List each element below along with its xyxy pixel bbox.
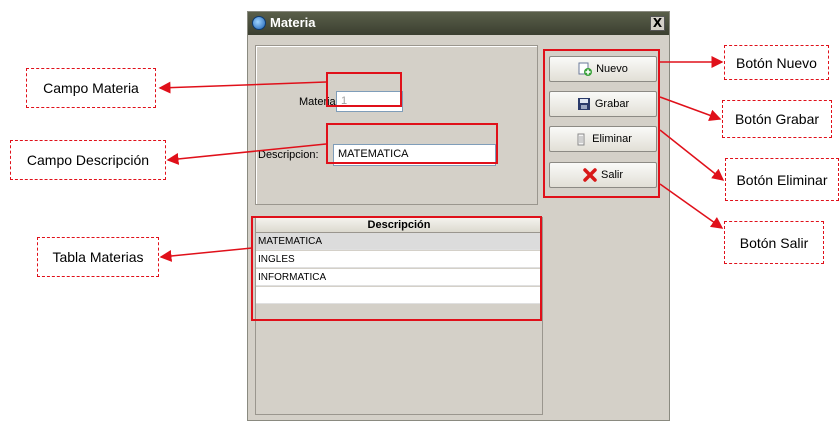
annotation-arrows (158, 56, 725, 262)
